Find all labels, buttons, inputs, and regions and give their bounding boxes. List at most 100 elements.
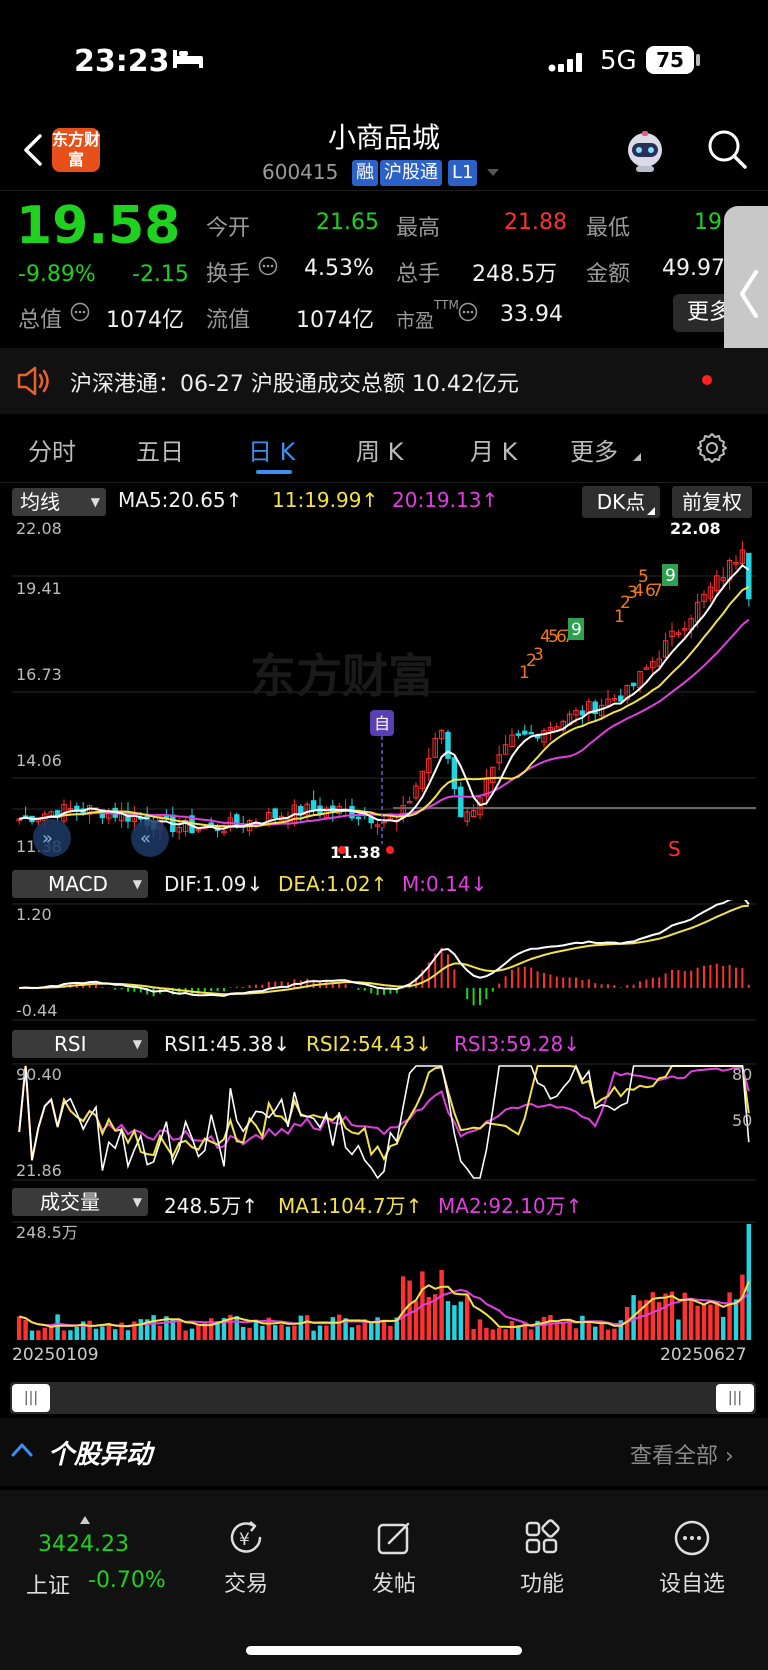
candle-body <box>522 730 528 735</box>
volume-bar <box>240 1326 246 1340</box>
info-icon[interactable] <box>458 302 478 322</box>
search-icon[interactable] <box>706 128 748 170</box>
volume-bar <box>503 1329 508 1340</box>
volume-bar <box>234 1316 240 1340</box>
nav-post[interactable]: 发帖 <box>344 1518 444 1598</box>
volume-bar <box>311 1330 316 1340</box>
dropdown-arrow-icon: ▼ <box>132 877 142 891</box>
speaker-icon <box>17 366 49 396</box>
nav-post-label: 发帖 <box>371 1572 416 1597</box>
view-all-link[interactable]: 查看全部 › <box>630 1438 734 1470</box>
chevron-up-icon[interactable] <box>10 1440 34 1458</box>
high-label: 最高 <box>396 216 441 241</box>
candle-body <box>272 808 278 819</box>
volume-bar <box>477 1319 483 1340</box>
section-title: 个股异动 <box>48 1440 153 1470</box>
volume-bar <box>61 1330 67 1340</box>
volume-bar <box>496 1328 502 1340</box>
volume-bar <box>592 1326 598 1340</box>
tab-five-day[interactable]: 五日 <box>136 432 184 467</box>
rsi-dropdown[interactable]: RSI ▼ <box>12 1030 148 1058</box>
volume-bar <box>701 1304 707 1340</box>
info-icon[interactable] <box>258 256 278 276</box>
pe-value: 33.94 <box>500 302 563 327</box>
rsi1-text: RSI1:45.38 <box>164 1032 274 1056</box>
chevron-left-icon[interactable] <box>734 264 764 324</box>
y-axis-label: 22.08 <box>16 519 62 538</box>
volume-bar <box>48 1325 54 1340</box>
tab-more[interactable]: 更多 <box>570 432 618 467</box>
volume-bar <box>605 1329 611 1340</box>
double-chevron-icon[interactable]: » <box>42 828 53 849</box>
tab-daily-k[interactable]: 日 K <box>248 432 295 467</box>
volume-bar <box>458 1301 464 1340</box>
gear-icon[interactable] <box>696 432 728 464</box>
macd-dropdown[interactable]: MACD ▼ <box>12 870 148 898</box>
pe-label: 市盈 <box>396 310 435 332</box>
candle-body <box>310 800 317 811</box>
macd-m: M:0.14↓ <box>402 872 488 896</box>
nav-functions[interactable]: 功能 <box>492 1518 592 1598</box>
ma11-line <box>19 586 750 829</box>
rsi1-value: RSI1:45.38↓ <box>164 1032 290 1056</box>
volume-bar <box>356 1325 361 1340</box>
dropdown-label: 成交量 <box>40 1190 100 1214</box>
trade-icon: ¥ <box>230 1521 262 1553</box>
open-value: 21.65 <box>316 210 379 235</box>
buy-mark-7: 7 <box>652 581 663 601</box>
chevron-down-icon[interactable] <box>486 168 500 178</box>
volume-bars <box>16 1224 752 1340</box>
buy-mark-3: 3 <box>533 645 544 665</box>
nav-trade[interactable]: ¥ 交易 <box>196 1518 296 1598</box>
m-text: M:0.14 <box>402 872 471 896</box>
volume-bar <box>452 1305 457 1340</box>
volume-ma2: MA2:92.10万↑ <box>438 1194 583 1218</box>
nav-watchlist[interactable]: 设自选 <box>642 1518 742 1598</box>
double-chevron-icon[interactable]: « <box>140 828 151 849</box>
nav-functions-label: 功能 <box>519 1572 564 1597</box>
volume-bar <box>317 1325 323 1340</box>
ma20-text: 20:19.13 <box>392 488 482 512</box>
volume-bar <box>388 1325 393 1340</box>
rsi3-value: RSI3:59.28↓ <box>454 1032 580 1056</box>
macd-dif: DIF:1.09↓ <box>164 872 264 896</box>
volume-bar <box>413 1301 419 1340</box>
rsi-y-bottom: 21.86 <box>16 1161 62 1180</box>
volume-bar <box>548 1315 553 1340</box>
buy-signal-marks: 1 2 3 4 5 6 7 9 1 2 3 4 5 6 7 9 <box>519 564 678 683</box>
tab-weekly-k[interactable]: 周 K <box>356 432 403 467</box>
volume-bar <box>733 1299 739 1340</box>
battery-tip <box>696 54 700 66</box>
news-text[interactable]: 沪深港通：06-27 沪股通成交总额 10.42亿元 <box>70 366 519 398</box>
sell-mark-9: 9 <box>665 566 676 586</box>
volume-bar <box>714 1302 720 1340</box>
nav-trade-label: 交易 <box>223 1572 268 1597</box>
volume-bar <box>509 1321 515 1340</box>
y-axis-label: 16.73 <box>16 665 62 684</box>
index-change[interactable]: -0.70% <box>88 1568 166 1593</box>
volume-bar <box>688 1300 694 1340</box>
kline-panel: 东方财富 22.08 19.41 16.73 14.06 11.38 22.08… <box>12 519 756 862</box>
range-handle-left[interactable]: ||| <box>12 1384 50 1412</box>
volume-bar <box>298 1315 304 1340</box>
info-icon[interactable] <box>70 302 90 322</box>
index-value[interactable]: 3424.23 <box>38 1532 129 1557</box>
tab-monthly-k[interactable]: 月 K <box>470 432 517 467</box>
index-name[interactable]: 上证 <box>26 1568 70 1600</box>
range-slider[interactable] <box>10 1382 756 1414</box>
level1-tag: L1 <box>448 160 478 186</box>
amount-label: 金额 <box>586 262 631 287</box>
volume-bar <box>87 1320 92 1340</box>
range-handle-right[interactable]: ||| <box>716 1384 754 1412</box>
volume-bar <box>157 1325 163 1340</box>
vol-text: 248.5万 <box>164 1194 242 1218</box>
volume-dropdown[interactable]: 成交量 ▼ <box>12 1188 148 1216</box>
tab-intraday[interactable]: 分时 <box>28 432 76 467</box>
rsi1-line <box>18 1064 750 1180</box>
y-axis-label: 14.06 <box>16 751 62 770</box>
ai-assistant-icon[interactable] <box>622 128 668 174</box>
change-amount: -2.15 <box>132 262 189 287</box>
indicator-dropdown[interactable]: 均线 ▼ <box>12 488 106 516</box>
volume-bar <box>586 1321 592 1340</box>
volume-bar <box>292 1325 297 1340</box>
